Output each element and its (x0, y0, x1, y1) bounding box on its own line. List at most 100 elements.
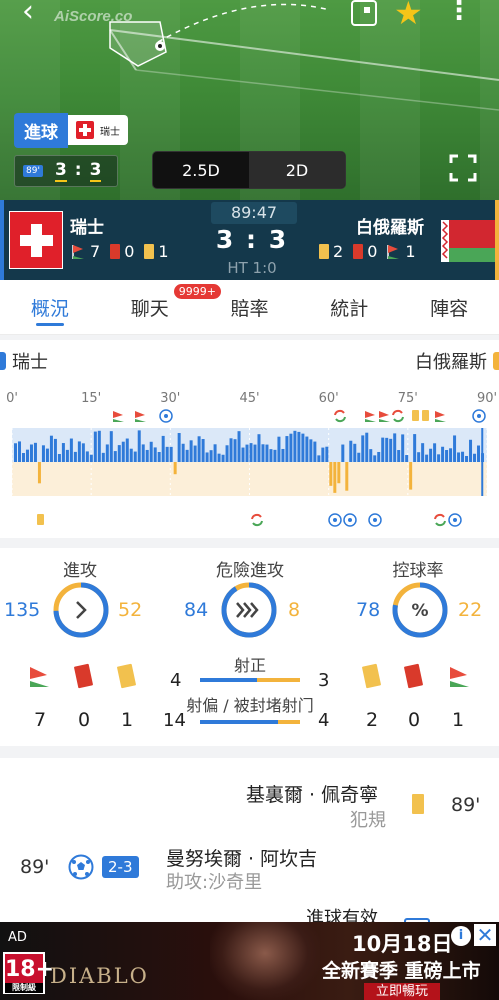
home-momentum-bar (245, 444, 249, 462)
home-momentum-bar (133, 451, 137, 462)
pitch-view: ‹ AiScore.co ★ ⋮ 進球 瑞士 89' 3 : 3 2.5D 2D (0, 0, 499, 200)
home-momentum-bar (377, 451, 381, 462)
event-player-name[interactable]: 基裏爾 · 佩奇寧 (246, 780, 378, 807)
home-momentum-bar (177, 433, 181, 462)
age-rating: 18+ (5, 957, 55, 982)
goal-ball-icon (333, 518, 337, 522)
tab-bar: 概況 聊天 9999+ 賠率 統計 陣容 (0, 280, 499, 335)
away-momentum-bar (337, 462, 341, 484)
ad-tag: AD (8, 930, 27, 945)
away-summary-stats: 2 0 1 (319, 242, 416, 261)
event-minute: 89' (20, 856, 50, 878)
away-momentum-bar (329, 462, 333, 486)
home-momentum-bar (457, 452, 461, 462)
home-momentum-bar (65, 449, 69, 462)
home-momentum-bar (285, 436, 289, 462)
fullscreen-icon[interactable] (448, 153, 478, 183)
timeline-away-name: 白俄羅斯 (415, 352, 487, 373)
back-icon[interactable]: ‹ (22, 0, 52, 30)
shots-off-home: 14 (163, 710, 186, 731)
tab-stats[interactable]: 統計 (299, 280, 399, 334)
event-player-name[interactable]: 曼努埃爾 · 阿坎吉 (166, 844, 317, 871)
home-momentum-bar (225, 445, 229, 462)
chevron-right-icon (76, 601, 87, 619)
timeline-home-legend: 瑞士 (0, 348, 48, 374)
ad-close-icon[interactable]: ✕ (474, 924, 496, 946)
possession-away: 22 (458, 599, 483, 621)
home-momentum-bar (417, 452, 421, 462)
home-yellow-count: 1 (120, 709, 134, 731)
view-2-5d-button[interactable]: 2.5D (153, 152, 249, 188)
away-team-name[interactable]: 白俄羅斯 (356, 213, 424, 238)
yellow-card-icon (361, 663, 382, 689)
corner-flag-icon (365, 419, 376, 422)
shots-on-home: 4 (170, 670, 182, 691)
home-momentum-bar (109, 431, 113, 462)
ad-cta-button[interactable]: 立即暢玩 (364, 983, 441, 1000)
home-momentum-bar (53, 438, 57, 462)
away-corners: 1 (405, 242, 416, 261)
home-momentum-bar (465, 455, 469, 462)
percent-icon: % (411, 601, 428, 621)
ad-character-image (210, 922, 320, 1000)
belarus-flag-icon (441, 220, 495, 262)
home-momentum-bar (453, 435, 457, 462)
event-feed: 基裏爾 · 佩奇寧 犯規 89' 89' 2-3 曼努埃爾 · 阿坎吉 助攻:沙… (0, 758, 499, 924)
home-momentum-bar (317, 455, 321, 462)
home-team-name[interactable]: 瑞士 (70, 213, 104, 238)
danger-label: 危險進攻 (216, 561, 284, 581)
home-momentum-bar (117, 445, 121, 462)
home-momentum-bar (401, 434, 405, 462)
more-icon[interactable]: ⋮ (446, 0, 472, 26)
home-momentum-bar (469, 439, 473, 462)
tab-lineups[interactable]: 陣容 (399, 280, 499, 334)
shots-on-away: 3 (318, 670, 330, 691)
home-summary-stats: 7 0 1 (70, 242, 169, 261)
tab-odds[interactable]: 賠率 (200, 280, 300, 334)
substitution-icon (335, 416, 346, 423)
danger-away: 8 (288, 599, 301, 621)
home-momentum-bar (397, 450, 401, 462)
mini-away-score: 3 (89, 160, 102, 182)
home-momentum-bar (61, 443, 65, 462)
view-mode-toggle: 2.5D 2D (152, 151, 346, 189)
corner-flag-icon (135, 419, 146, 422)
triple-chevron-icon (236, 602, 259, 618)
home-momentum-bar (445, 450, 449, 462)
tab-label: 聊天 (130, 298, 169, 320)
corner-flag-icon (435, 411, 445, 418)
home-momentum-bar (369, 449, 373, 462)
picture-in-picture-icon[interactable] (351, 0, 377, 26)
away-corners-count: 1 (451, 709, 465, 731)
home-momentum-bar (393, 433, 397, 462)
danger-home: 84 (184, 599, 209, 621)
home-momentum-bar (137, 430, 141, 462)
possession-home: 78 (356, 599, 381, 621)
home-momentum-bar (217, 453, 221, 462)
home-momentum-bar (157, 452, 161, 462)
home-momentum-bar (201, 439, 205, 462)
away-momentum-bar (37, 462, 41, 484)
home-momentum-bar (185, 449, 189, 462)
home-momentum-bar (381, 437, 385, 462)
home-momentum-bar (449, 448, 453, 462)
shots-off-label: 射偏 / 被封堵射门 (186, 696, 314, 715)
ad-banner[interactable]: AD 18+ 限制級 DIABLO 10月18日 全新賽季 重磅上市 立即暢玩 … (0, 922, 499, 1000)
corner-flag-icon (113, 419, 124, 422)
corner-flag-icon (379, 419, 390, 422)
star-icon[interactable]: ★ (394, 0, 423, 32)
view-2d-button[interactable]: 2D (249, 152, 345, 188)
home-momentum-bar (249, 443, 253, 462)
tab-overview[interactable]: 概況 (0, 280, 100, 334)
home-momentum-bar (385, 437, 389, 462)
home-momentum-bar (14, 443, 17, 462)
timeline-tick: 45' (239, 391, 259, 406)
home-red-count: 0 (77, 709, 91, 731)
home-momentum-bar (289, 433, 293, 462)
home-momentum-bar (145, 449, 149, 462)
yellow-card-icon (412, 794, 424, 814)
tab-chat[interactable]: 聊天 9999+ (100, 280, 222, 334)
home-momentum-bar (205, 452, 209, 462)
home-momentum-bar (361, 435, 365, 462)
ad-info-icon[interactable]: i (451, 926, 471, 946)
